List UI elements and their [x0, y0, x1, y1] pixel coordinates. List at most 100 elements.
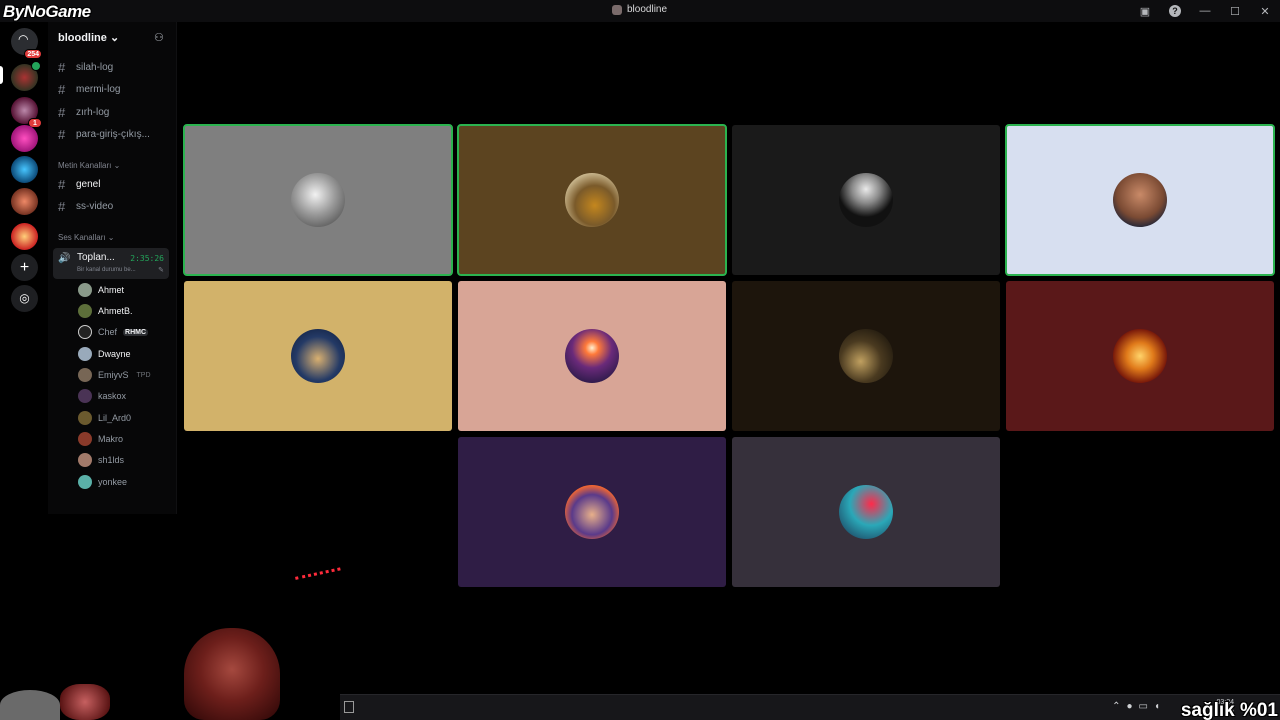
voice-channel-status: Bir kanal durumu be...: [77, 267, 136, 273]
participant-tile[interactable]: [457, 124, 727, 276]
channel-ss-video[interactable]: # ss-video: [58, 199, 113, 214]
avatar: [565, 173, 619, 227]
webcam-shoulder: [0, 690, 60, 720]
avatar: [839, 329, 893, 383]
voice-member[interactable]: AhmetB.: [78, 303, 133, 319]
pencil-icon[interactable]: ✎: [158, 266, 164, 274]
hash-icon: #: [58, 127, 66, 142]
add-user-icon[interactable]: ⚇: [154, 31, 164, 44]
voice-member[interactable]: Ahmet: [78, 282, 124, 298]
help-icon[interactable]: ?: [1169, 5, 1181, 17]
discover-button[interactable]: ◎: [11, 285, 38, 312]
channel-sidebar: bloodline ⌄ ⚇ # silah-log # mermi-log # zır…: [48, 22, 177, 514]
voice-channel-name: Toplan...: [77, 252, 115, 263]
participant-tile[interactable]: [732, 125, 1000, 275]
server-icon-3[interactable]: [11, 125, 38, 152]
add-server-button[interactable]: +: [11, 254, 38, 281]
channel-para-giris-cikis[interactable]: # para-giriş-çıkış...: [58, 127, 150, 142]
clan-tag: RHMC: [123, 328, 149, 336]
close-button[interactable]: ✕: [1250, 5, 1280, 18]
window-title: bloodline: [612, 4, 667, 15]
participant-tile[interactable]: [184, 281, 452, 431]
discord-logo-icon: ◠: [18, 32, 29, 46]
voice-member[interactable]: sh1lds: [78, 452, 124, 468]
avatar: [1113, 173, 1167, 227]
avatar: [78, 432, 92, 446]
channel-zirh-log[interactable]: # zırh-log: [58, 105, 109, 120]
compass-icon: ◎: [19, 291, 30, 305]
minimize-button[interactable]: —: [1190, 5, 1220, 17]
avatar: [78, 389, 92, 403]
voice-member[interactable]: kaskox: [78, 388, 126, 404]
system-tray: ⌃ ● ▭ ◖: [1112, 701, 1160, 712]
avatar: [78, 411, 92, 425]
avatar: [78, 347, 92, 361]
voice-member[interactable]: Chef RHMC: [78, 324, 149, 340]
voice-member[interactable]: yonkee: [78, 474, 127, 490]
participant-tile[interactable]: [458, 437, 726, 587]
webcam-streamer: [184, 628, 280, 720]
taskbar-app-icon[interactable]: [344, 701, 354, 713]
participant-tile[interactable]: [1006, 281, 1274, 431]
channel-silah-log[interactable]: # silah-log: [58, 60, 113, 75]
chevron-up-icon[interactable]: ⌃: [1112, 701, 1120, 712]
server-name: bloodline: [58, 32, 107, 44]
avatar: [1113, 329, 1167, 383]
hash-icon: #: [58, 82, 66, 97]
avatar: [565, 329, 619, 383]
server-rail: ◠ 254 1 + ◎: [0, 22, 48, 522]
voice-timer: 2:35:26: [130, 254, 164, 263]
avatar: [839, 173, 893, 227]
clan-tag: TPD: [136, 371, 151, 379]
avatar: [78, 453, 92, 467]
avatar: [291, 329, 345, 383]
server-icon-2[interactable]: 1: [11, 97, 42, 128]
server-notify-icon: [31, 61, 41, 71]
maximize-button[interactable]: ☐: [1220, 5, 1250, 18]
window-titlebar: bloodline ▣ ? — ☐ ✕: [0, 0, 1280, 22]
voice-member[interactable]: Makro: [78, 431, 123, 447]
voice-member[interactable]: Lil_Ard0: [78, 410, 131, 426]
mic-icon[interactable]: ●: [1126, 701, 1132, 712]
server-selected-pill: [0, 66, 3, 84]
server-header[interactable]: bloodline ⌄: [58, 31, 119, 44]
avatar: [78, 304, 92, 318]
channel-genel[interactable]: # genel: [58, 177, 100, 192]
server-icon-4[interactable]: [11, 156, 38, 183]
voice-member[interactable]: EmiyvS TPD: [78, 367, 153, 383]
voice-member[interactable]: Dwayne: [78, 346, 131, 362]
avatar: [291, 173, 345, 227]
voice-channel-active[interactable]: 🔊 Toplan... 2:35:26 Bir kanal durumu be.…: [53, 248, 169, 279]
participant-tile[interactable]: [1005, 124, 1275, 276]
category-voice-channels[interactable]: Ses Kanalları ⌄: [58, 233, 115, 242]
chevron-down-icon: ⌄: [109, 32, 120, 44]
stream-watermark: ByNoGame: [3, 2, 91, 21]
game-health-overlay: sağlık %01: [1180, 700, 1278, 720]
inbox-icon[interactable]: ▣: [1130, 5, 1160, 18]
server-icon: [612, 4, 622, 15]
channel-mermi-log[interactable]: # mermi-log: [58, 82, 120, 97]
participant-tile[interactable]: [458, 281, 726, 431]
hash-icon: #: [58, 177, 66, 192]
os-taskbar: ⌃ ● ▭ ◖ 03:24 ...26: [340, 694, 1280, 720]
hash-icon: #: [58, 60, 66, 75]
plus-icon: +: [19, 259, 30, 276]
avatar: [78, 325, 92, 339]
speaker-icon[interactable]: ◖: [1154, 701, 1160, 712]
speaker-icon: 🔊: [58, 253, 71, 264]
participant-tile[interactable]: [732, 281, 1000, 431]
avatar: [839, 485, 893, 539]
category-text-channels[interactable]: Metin Kanalları ⌄: [58, 161, 120, 170]
server-icon-5[interactable]: [11, 188, 38, 215]
direct-messages-button[interactable]: ◠ 254: [11, 28, 42, 59]
participant-tile[interactable]: [183, 124, 453, 276]
server-icon-1[interactable]: [11, 61, 41, 91]
network-icon[interactable]: ▭: [1139, 701, 1148, 712]
server-icon-6[interactable]: [11, 223, 38, 250]
hash-icon: #: [58, 199, 66, 214]
avatar: [565, 485, 619, 539]
participant-tile[interactable]: [732, 437, 1000, 587]
window-controls: ▣ ? — ☐ ✕: [1130, 0, 1280, 22]
hash-icon: #: [58, 105, 66, 120]
avatar: [78, 368, 92, 382]
